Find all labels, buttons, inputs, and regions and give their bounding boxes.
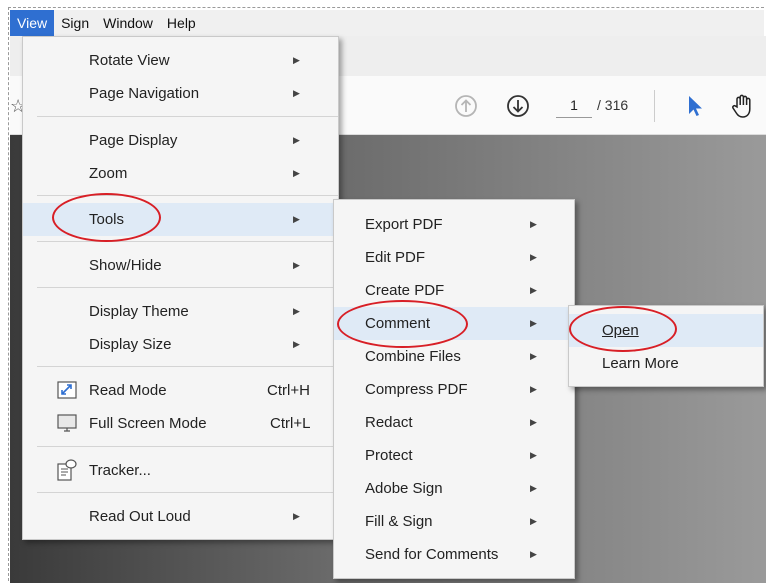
menu-item-display-theme[interactable]: Display Theme ▶ [23, 295, 338, 328]
submenu-arrow-icon: ▶ [293, 214, 300, 224]
menu-item-compress-pdf[interactable]: Compress PDF ▶ [334, 373, 574, 406]
comment-submenu: Open Learn More [568, 305, 764, 387]
menu-separator [37, 366, 338, 367]
submenu-arrow-icon: ▶ [293, 168, 300, 178]
menu-item-label: Edit PDF [365, 249, 426, 266]
tools-submenu: Export PDF ▶ Edit PDF ▶ Create PDF ▶ Com… [333, 199, 575, 579]
submenu-arrow-icon: ▶ [530, 417, 537, 427]
menu-separator [37, 446, 338, 447]
menu-item-label: Redact [365, 414, 413, 431]
menu-item-label: Comment [365, 315, 431, 332]
menu-bar: View Sign Window Help [10, 10, 764, 36]
submenu-arrow-icon: ▶ [530, 318, 537, 328]
menubar-view[interactable]: View [10, 10, 55, 36]
menu-item-adobe-sign[interactable]: Adobe Sign ▶ [334, 472, 574, 505]
submenu-arrow-icon: ▶ [293, 55, 300, 65]
menu-item-label: Show/Hide [89, 257, 162, 274]
menu-item-fill-and-sign[interactable]: Fill & Sign ▶ [334, 505, 574, 538]
submenu-arrow-icon: ▶ [530, 252, 537, 262]
menu-item-label: Compress PDF [365, 381, 468, 398]
menu-item-learn-more[interactable]: Learn More [569, 347, 763, 380]
submenu-arrow-icon: ▶ [293, 339, 300, 349]
menu-item-redact[interactable]: Redact ▶ [334, 406, 574, 439]
menu-item-label: Learn More [602, 355, 679, 372]
menu-item-rotate-view[interactable]: Rotate View ▶ [23, 44, 338, 77]
menu-item-label: Read Out Loud [89, 508, 191, 525]
menu-item-label: Export PDF [365, 216, 443, 233]
menu-item-combine-files[interactable]: Combine Files ▶ [334, 340, 574, 373]
menubar-window[interactable]: Window [96, 10, 160, 36]
submenu-arrow-icon: ▶ [293, 511, 300, 521]
menu-item-label: Zoom [89, 165, 128, 182]
menu-item-send-for-comments[interactable]: Send for Comments ▶ [334, 538, 574, 571]
menu-item-open[interactable]: Open [569, 314, 763, 347]
menu-item-zoom[interactable]: Zoom ▶ [23, 157, 338, 190]
submenu-arrow-icon: ▶ [293, 306, 300, 316]
menu-item-shortcut: Ctrl+H [267, 382, 310, 399]
page-number-input[interactable]: 1 [556, 93, 592, 118]
menu-item-label: Send for Comments [365, 546, 499, 563]
menu-item-label: Display Size [89, 336, 172, 353]
menu-separator [37, 492, 338, 493]
menu-separator [37, 195, 338, 196]
menubar-sign[interactable]: Sign [54, 10, 96, 36]
menu-item-read-mode[interactable]: Read Mode Ctrl+H [23, 374, 338, 407]
menu-item-protect[interactable]: Protect ▶ [334, 439, 574, 472]
submenu-arrow-icon: ▶ [530, 285, 537, 295]
page-up-icon[interactable] [453, 93, 479, 119]
page-total: / 316 [597, 97, 629, 113]
menu-item-label: Fill & Sign [365, 513, 433, 530]
submenu-arrow-icon: ▶ [293, 260, 300, 270]
menu-item-read-out-loud[interactable]: Read Out Loud ▶ [23, 500, 338, 533]
menu-item-label: Page Display [89, 132, 178, 149]
submenu-arrow-icon: ▶ [530, 516, 537, 526]
menu-separator [37, 287, 338, 288]
read-mode-icon [57, 381, 77, 399]
menu-item-edit-pdf[interactable]: Edit PDF ▶ [334, 241, 574, 274]
menu-item-comment[interactable]: Comment ▶ [334, 307, 574, 340]
submenu-arrow-icon: ▶ [530, 549, 537, 559]
menu-item-label: Adobe Sign [365, 480, 443, 497]
menu-item-full-screen-mode[interactable]: Full Screen Mode Ctrl+L [23, 407, 338, 440]
menu-item-label: Page Navigation [89, 85, 200, 102]
menubar-help[interactable]: Help [160, 10, 203, 36]
submenu-arrow-icon: ▶ [530, 450, 537, 460]
menu-item-create-pdf[interactable]: Create PDF ▶ [334, 274, 574, 307]
submenu-arrow-icon: ▶ [293, 135, 300, 145]
menu-item-label: Tracker... [89, 462, 151, 479]
menu-item-label: Rotate View [89, 52, 170, 69]
menu-item-display-size[interactable]: Display Size ▶ [23, 328, 338, 361]
tracker-icon [57, 459, 77, 481]
menu-item-label: Display Theme [89, 303, 189, 320]
menu-item-tools[interactable]: Tools ▶ [23, 203, 338, 236]
hand-tool-icon[interactable] [728, 93, 758, 119]
menu-item-show-hide[interactable]: Show/Hide ▶ [23, 249, 338, 282]
menu-item-export-pdf[interactable]: Export PDF ▶ [334, 208, 574, 241]
menu-item-tracker[interactable]: Tracker... [23, 454, 338, 487]
select-cursor-icon[interactable] [682, 93, 708, 119]
menu-separator [37, 241, 338, 242]
page-down-icon[interactable] [505, 93, 531, 119]
menu-item-label: Open [602, 322, 639, 339]
menu-item-page-display[interactable]: Page Display ▶ [23, 124, 338, 157]
menu-item-label: Read Mode [89, 382, 167, 399]
menu-separator [37, 116, 338, 117]
submenu-arrow-icon: ▶ [530, 384, 537, 394]
menu-item-shortcut: Ctrl+L [270, 415, 311, 432]
menu-item-label: Combine Files [365, 348, 461, 365]
submenu-arrow-icon: ▶ [530, 483, 537, 493]
view-menu: Rotate View ▶ Page Navigation ▶ Page Dis… [22, 36, 339, 540]
menu-item-label: Protect [365, 447, 413, 464]
menu-item-page-navigation[interactable]: Page Navigation ▶ [23, 77, 338, 110]
menu-item-label: Create PDF [365, 282, 445, 299]
submenu-arrow-icon: ▶ [530, 219, 537, 229]
submenu-arrow-icon: ▶ [293, 88, 300, 98]
menu-item-label: Tools [89, 211, 125, 228]
toolbar-divider [654, 90, 655, 122]
full-screen-icon [57, 414, 77, 432]
menu-item-label: Full Screen Mode [89, 415, 207, 432]
submenu-arrow-icon: ▶ [530, 351, 537, 361]
